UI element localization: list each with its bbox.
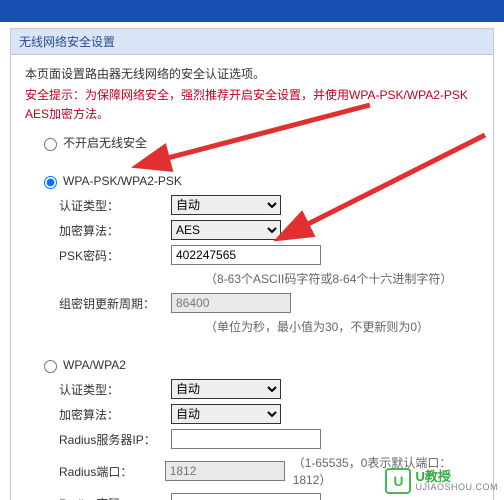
- option-row-psk: WPA-PSK/WPA2-PSK: [39, 173, 479, 189]
- psk-enc-select[interactable]: AES: [171, 220, 281, 240]
- intro-text: 本页面设置路由器无线网络的安全认证选项。: [25, 65, 479, 82]
- wpa-auth-select[interactable]: 自动: [171, 379, 281, 399]
- psk-password-label: PSK密码：: [59, 247, 171, 264]
- psk-password-hint: （8-63个ASCII码字符或8-64个十六进制字符）: [205, 270, 479, 287]
- watermark: U U教授 UJIAOSHOU.COM: [385, 468, 498, 494]
- psk-interval-input[interactable]: [171, 293, 291, 313]
- radio-wpa-label: WPA/WPA2: [63, 358, 126, 372]
- psk-auth-label: 认证类型：: [59, 197, 171, 214]
- security-warning: 安全提示：为保障网络安全，强烈推荐开启安全设置，并使用WPA-PSK/WPA2-…: [25, 86, 479, 124]
- window-top-bar: [0, 0, 504, 22]
- watermark-en: UJIAOSHOU.COM: [415, 483, 498, 492]
- psk-interval-hint: （单位为秒，最小值为30，不更新则为0）: [205, 318, 479, 335]
- radio-no-security[interactable]: [44, 138, 57, 151]
- psk-enc-label: 加密算法：: [59, 222, 171, 239]
- radio-wpa-psk-label: WPA-PSK/WPA2-PSK: [63, 174, 182, 188]
- watermark-badge-icon: U: [385, 468, 411, 494]
- option-row-wpa: WPA/WPA2: [39, 357, 479, 373]
- radius-pwd-input[interactable]: [171, 493, 321, 500]
- psk-interval-label: 组密钥更新周期：: [59, 295, 171, 312]
- psk-subform: 认证类型： 自动 加密算法： AES PSK密码： （8-63个ASCII码字符…: [59, 195, 479, 335]
- psk-password-input[interactable]: [171, 245, 321, 265]
- option-row-none: 不开启无线安全: [39, 134, 479, 151]
- radius-port-input[interactable]: [165, 461, 285, 481]
- wpa-auth-label: 认证类型：: [59, 381, 171, 398]
- wpa-enc-label: 加密算法：: [59, 406, 171, 423]
- radius-ip-input[interactable]: [171, 429, 321, 449]
- radio-wpa-psk[interactable]: [44, 176, 57, 189]
- radio-wpa[interactable]: [44, 360, 57, 373]
- radius-port-label: Radius端口：: [59, 463, 165, 480]
- wireless-security-panel: 无线网络安全设置 本页面设置路由器无线网络的安全认证选项。 安全提示：为保障网络…: [10, 28, 494, 500]
- psk-auth-select[interactable]: 自动: [171, 195, 281, 215]
- panel-body: 本页面设置路由器无线网络的安全认证选项。 安全提示：为保障网络安全，强烈推荐开启…: [11, 55, 493, 500]
- panel-title: 无线网络安全设置: [11, 29, 493, 55]
- radius-ip-label: Radius服务器IP：: [59, 431, 171, 448]
- wpa-enc-select[interactable]: 自动: [171, 404, 281, 424]
- radio-no-security-label: 不开启无线安全: [63, 134, 147, 151]
- radius-pwd-label: Radius密码：: [59, 495, 171, 500]
